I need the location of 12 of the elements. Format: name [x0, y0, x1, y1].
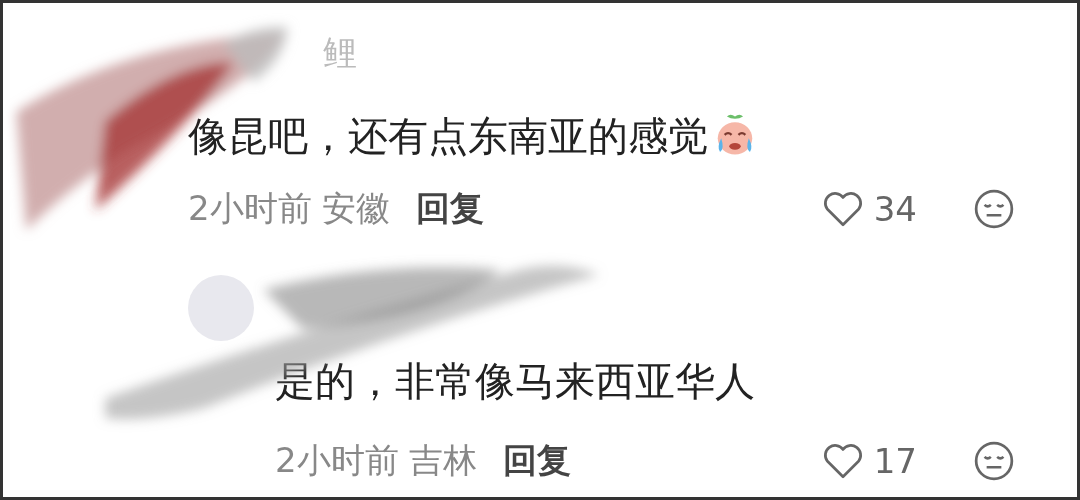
time-location: 2小时前 吉林 [275, 439, 478, 482]
comment-text: 像昆吧，还有点东南亚的感觉 [188, 111, 708, 161]
reply-link[interactable]: 回复 [416, 186, 485, 232]
meh-face-icon[interactable] [973, 440, 1015, 482]
time-location: 2小时前 安徽 [188, 187, 391, 230]
like-button[interactable]: 17 [821, 441, 917, 481]
heart-icon [823, 444, 862, 479]
meh-face-icon[interactable] [973, 188, 1015, 230]
comment-text: 是的，非常像马来西亚华人 [275, 356, 755, 406]
heart-icon [823, 192, 862, 227]
reply-link[interactable]: 回复 [503, 438, 572, 484]
like-button[interactable]: 34 [821, 189, 917, 229]
